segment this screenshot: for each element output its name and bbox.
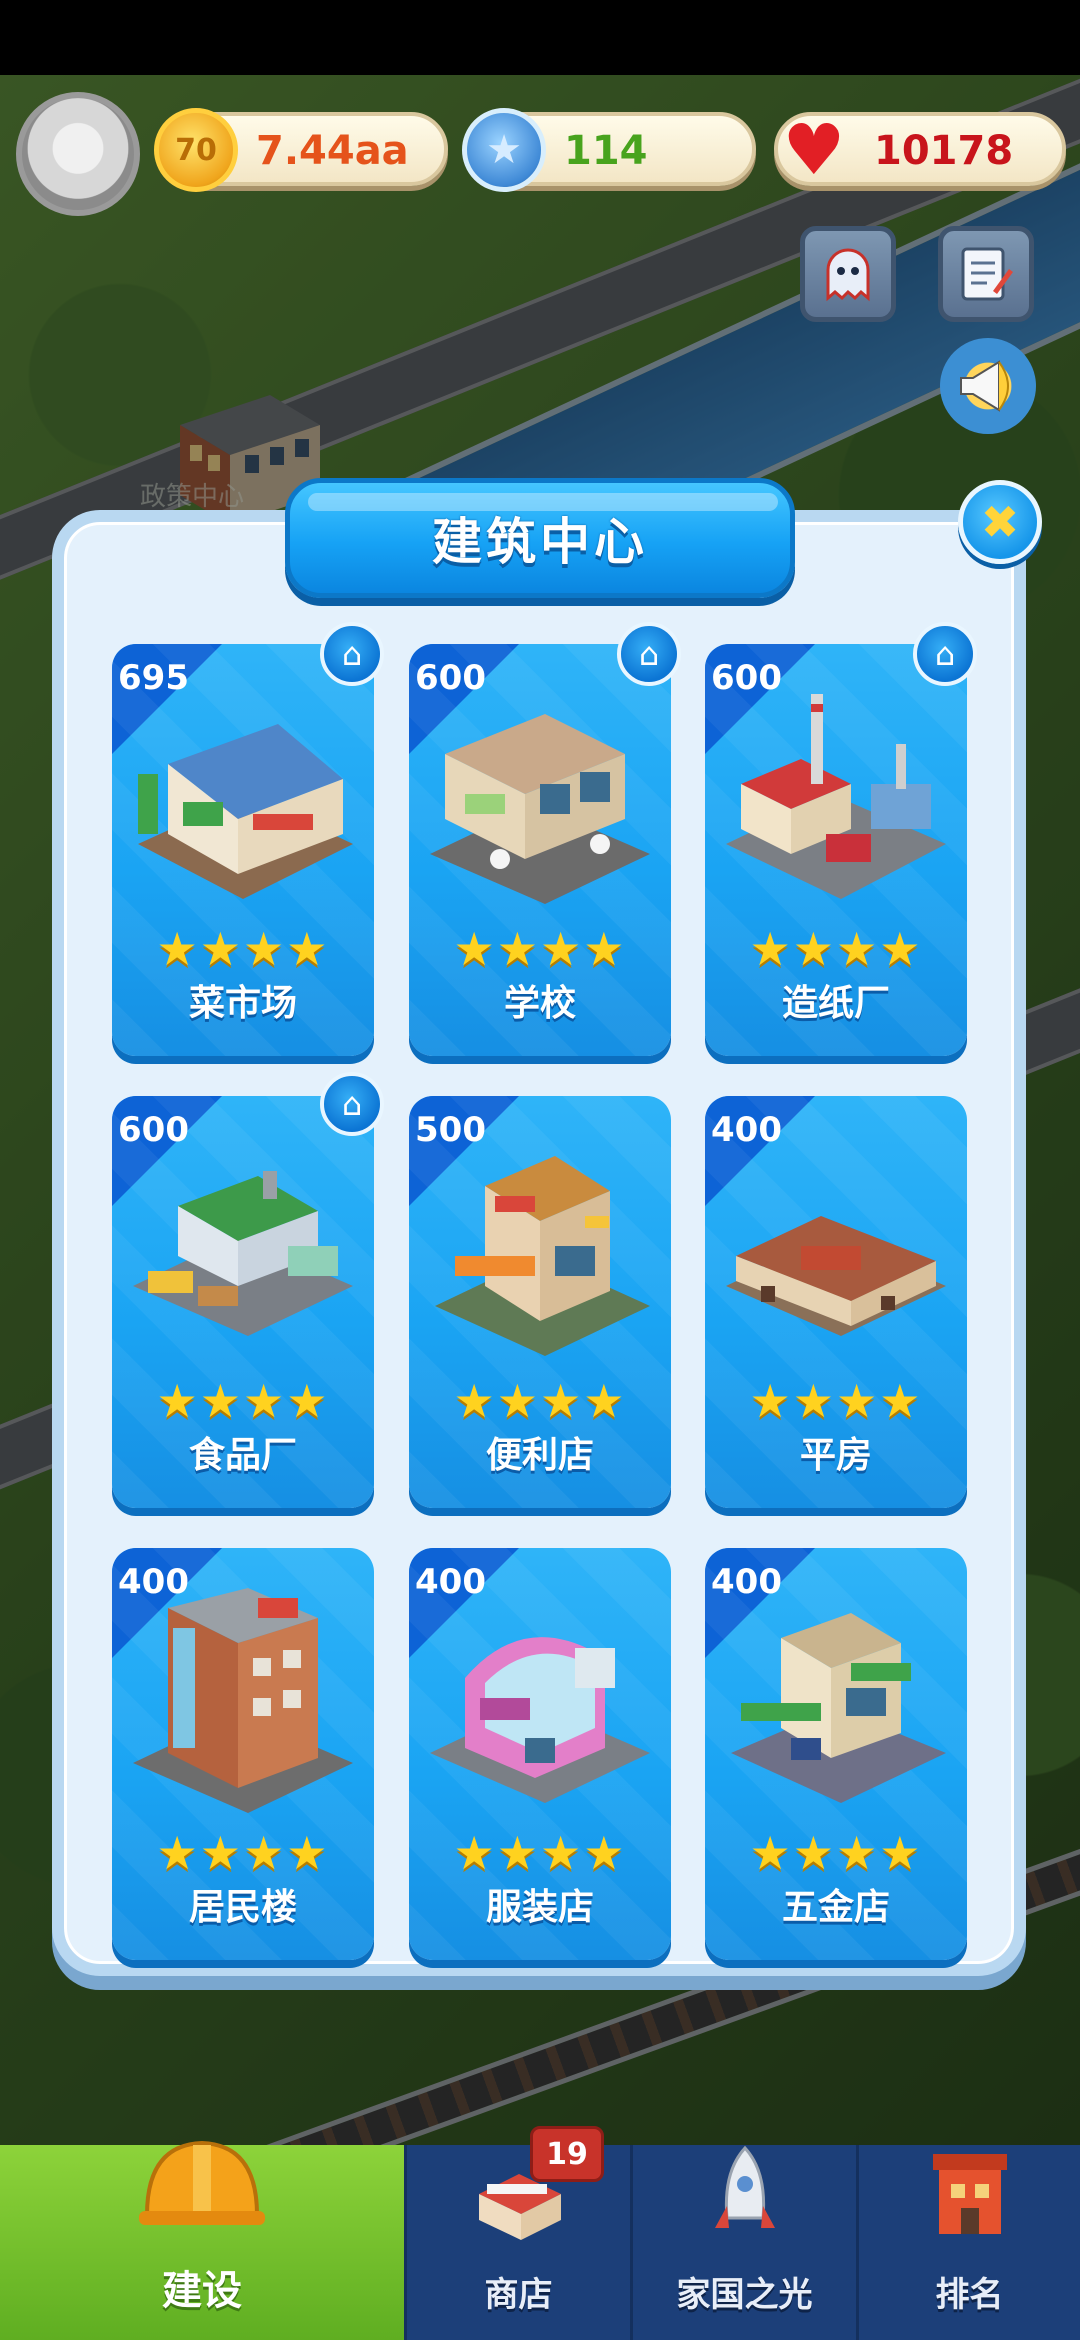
close-button[interactable]: ✖ [958,480,1042,564]
ghost-icon [826,248,870,302]
building-price: 400 [415,1562,486,1602]
building-card[interactable]: 400 ★★★★ 居民楼 [112,1548,374,1960]
gem-value: 114 [564,128,648,174]
hardware-store-building-icon [731,1613,946,1803]
coin-icon: 70 [154,108,238,192]
building-price: 400 [711,1110,782,1150]
building-name: 学校 [503,983,576,1024]
star-rating: ★★★★ [749,1374,923,1428]
building-name: 便利店 [485,1435,594,1476]
shop-notification-badge: 19 [530,2126,604,2182]
nav-ranking-label: 排名 [935,2275,1004,2315]
star-rating: ★★★★ [453,1374,627,1428]
building-price: 695 [118,658,189,698]
building-card[interactable]: 400 ★★★★ 服装店 [409,1548,671,1960]
clothing-store-building-icon [430,1637,650,1803]
nav-build[interactable]: 建设 [0,2140,404,2340]
building-name: 平房 [799,1435,872,1476]
star-rating: ★★★★ [453,922,627,976]
home-icon: ⌂ [617,622,681,686]
announcement-button[interactable] [940,338,1036,434]
clipboard-icon [961,247,1013,301]
gem-counter[interactable]: ★ 114 [462,108,756,192]
ranking-building-icon [925,2144,1015,2255]
task-list-button[interactable] [938,226,1034,322]
home-icon: ⌂ [913,622,977,686]
player-avatar[interactable] [16,92,140,216]
dialog-title: 建筑中心 [432,513,648,571]
star-rating: ★★★★ [749,922,923,976]
coin-counter[interactable]: 70 7.44aa [154,108,448,192]
residential-building-icon [133,1588,353,1813]
building-name: 居民楼 [188,1887,297,1928]
building-name: 菜市场 [188,983,297,1024]
food-factory-building-icon [133,1171,353,1336]
star-rating: ★★★★ [156,922,330,976]
building-price: 600 [415,658,486,698]
building-name: 服装店 [485,1887,594,1928]
building-name: 造纸厂 [781,983,890,1024]
ghost-event-button[interactable] [800,226,896,322]
star-rating: ★★★★ [453,1826,627,1880]
paper-mill-building-icon [726,694,946,899]
nav-build-label: 建设 [162,2268,242,2314]
hard-hat-icon [137,2135,267,2246]
coin-value: 7.44aa [256,128,409,174]
dialog-title-banner: 建筑中心 [285,478,795,598]
nav-national-glory[interactable]: 家国之光 [630,2145,856,2340]
building-price: 400 [118,1562,189,1602]
building-card[interactable]: 600 ★★★★ 学校 [409,644,671,1056]
bungalow-building-icon [726,1216,946,1336]
heart-counter[interactable]: ♥ 10178 [774,112,1066,186]
close-icon: ✖ [980,495,1020,549]
heart-icon: ♥ [782,109,846,191]
gem-star-icon: ★ [462,108,546,192]
building-card[interactable]: 500 ★★★★ 便利店 [409,1096,671,1508]
heart-value: 10178 [874,128,1014,174]
vegetable-market-building-icon [138,724,353,899]
building-card[interactable]: 600 ★★★★ 食品厂 [112,1096,374,1508]
building-price: 500 [415,1110,486,1150]
nav-national-glory-label: 家国之光 [676,2275,813,2315]
rocket-icon [710,2144,780,2255]
building-card[interactable]: 400 ★★★★ 平房 [705,1096,967,1508]
building-card[interactable]: 400 ★★★★ 五金店 [705,1548,967,1960]
star-rating: ★★★★ [156,1374,330,1428]
megaphone-icon [960,360,1009,412]
building-price: 600 [711,658,782,698]
building-card[interactable]: 695 ★★★★ 菜市场 [112,644,374,1056]
star-rating: ★★★★ [156,1826,330,1880]
building-name: 食品厂 [188,1435,297,1476]
nav-ranking[interactable]: 排名 [856,2145,1080,2340]
building-price: 600 [118,1110,189,1150]
home-icon: ⌂ [320,622,384,686]
nav-shop-label: 商店 [484,2275,553,2315]
school-building-icon [430,714,650,904]
convenience-store-building-icon [435,1156,650,1356]
building-price: 400 [711,1562,782,1602]
home-icon: ⌂ [320,1072,384,1136]
star-rating: ★★★★ [749,1826,923,1880]
status-bar [0,0,1080,75]
building-card[interactable]: 600 ★★★★ 造纸厂 [705,644,967,1056]
building-name: 五金店 [781,1887,890,1928]
